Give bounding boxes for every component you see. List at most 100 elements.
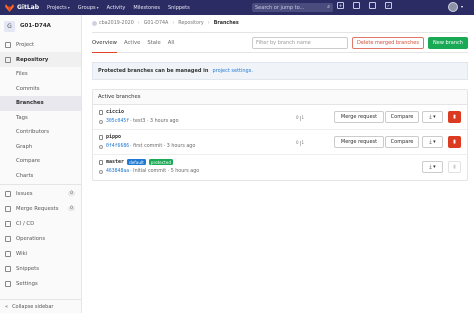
commit-sha[interactable]: 305c045f	[106, 119, 129, 124]
top-navbar: GitLab Projects ▾ Groups ▾ Activity Milest…	[0, 0, 474, 15]
breadcrumb-section[interactable]: Repository	[178, 21, 204, 26]
search-input[interactable]: Search or jump to... ⌕	[252, 3, 333, 12]
project-settings-link[interactable]: project settings.	[212, 68, 252, 74]
protected-badge: protected	[148, 159, 174, 165]
nav-snippets[interactable]: Snippets	[168, 5, 190, 11]
chevron-down-icon: ▾	[96, 5, 99, 10]
default-badge: default	[127, 159, 146, 165]
nav-milestones[interactable]: Milestones	[133, 5, 160, 11]
sidebar-sub-contributors[interactable]: Contributors	[0, 125, 81, 140]
sidebar-item-merge-requests[interactable]: Merge Requests 0	[0, 201, 81, 216]
collapse-sidebar-button[interactable]: « Collapse sidebar	[0, 299, 82, 313]
sidebar-item-settings[interactable]: Settings	[0, 276, 81, 291]
cloud-gear-icon	[5, 235, 11, 242]
download-dropdown[interactable]: ⤓ ▾	[422, 161, 443, 173]
tab-stale[interactable]: Stale	[147, 33, 160, 53]
project-avatar: G	[4, 20, 15, 32]
chevron-down-icon: ▾	[67, 5, 70, 10]
plus-icon[interactable]: +	[337, 2, 344, 9]
download-dropdown[interactable]: ⤓ ▾	[422, 136, 443, 148]
commit-sha[interactable]: 463848aa	[106, 169, 129, 174]
commit-time: 3 hours ago	[150, 119, 179, 124]
download-icon: ⤓	[429, 164, 432, 170]
download-dropdown[interactable]: ⤓ ▾	[422, 111, 443, 123]
home-icon	[5, 41, 11, 48]
tab-all[interactable]: All	[168, 33, 175, 53]
search-icon: ⌕	[327, 4, 330, 10]
project-name: G01-D74A	[20, 23, 51, 29]
delete-branch-button[interactable]: ▮	[448, 136, 461, 148]
sidebar-sub-charts[interactable]: Charts	[0, 169, 81, 184]
nav-projects[interactable]: Projects ▾	[47, 5, 70, 11]
chevron-down-icon: ▾	[433, 114, 436, 120]
branch-name[interactable]: master	[106, 159, 124, 165]
branch-name[interactable]: ciccio	[106, 109, 124, 115]
commit-icon	[99, 144, 103, 149]
commit-message[interactable]: Initial commit	[133, 169, 166, 174]
sidebar-item-repository[interactable]: Repository	[0, 52, 81, 67]
sidebar-sub-graph[interactable]: Graph	[0, 140, 81, 155]
chevron-down-icon[interactable]: ▾	[461, 4, 463, 9]
sidebar-item-wiki[interactable]: Wiki	[0, 246, 81, 261]
merge-request-button[interactable]: Merge request	[334, 136, 384, 148]
issues-count: 0	[68, 191, 75, 196]
merge-request-button[interactable]: Merge request	[334, 111, 384, 123]
rocket-icon	[5, 220, 11, 227]
tab-overview[interactable]: Overview	[92, 33, 117, 53]
project-header[interactable]: G G01-D74A	[0, 15, 81, 37]
download-icon: ⤓	[429, 139, 432, 145]
divergence-counts: 01	[296, 115, 305, 121]
divergence-counts: 01	[296, 140, 305, 146]
branch-row: ciccio 305c045f · test3 · 3 hours ago 01…	[93, 105, 467, 130]
breadcrumb-project[interactable]: G01-D74A	[144, 21, 169, 26]
sidebar-item-project[interactable]: Project	[0, 37, 81, 52]
gitlab-logo[interactable]: GitLab	[5, 3, 39, 12]
compare-button[interactable]: Compare	[385, 136, 419, 148]
nav-groups[interactable]: Groups ▾	[78, 5, 99, 11]
nav-activity[interactable]: Activity	[107, 5, 126, 11]
breadcrumb: cba2019-2020 › G01-D74A › Repository › B…	[92, 15, 468, 33]
sidebar-item-operations[interactable]: Operations	[0, 231, 81, 246]
commit-icon	[99, 119, 103, 124]
sidebar-sub-tags[interactable]: Tags	[0, 111, 81, 126]
protected-branches-info: Protected branches can be managed in pro…	[92, 62, 468, 80]
issues-icon	[5, 190, 11, 197]
sidebar-item-snippets[interactable]: Snippets	[0, 261, 81, 276]
book-icon	[5, 56, 11, 63]
double-chevron-left-icon: «	[5, 303, 9, 310]
delete-merged-branches-button[interactable]: Delete merged branches	[352, 37, 424, 49]
issues-icon[interactable]	[353, 2, 360, 9]
sidebar-sub-commits[interactable]: Commits	[0, 82, 81, 97]
sidebar-item-issues[interactable]: Issues 0	[0, 186, 81, 201]
snippet-icon	[5, 265, 11, 272]
sidebar-sub-files[interactable]: Files	[0, 67, 81, 82]
commit-sha[interactable]: 0f4f6686	[106, 144, 129, 149]
branch-icon	[99, 134, 103, 140]
group-avatar-icon	[92, 21, 97, 26]
delete-branch-button[interactable]: ▮	[448, 111, 461, 123]
new-branch-button[interactable]: New branch	[428, 37, 468, 49]
branch-row: master default protected 463848aa · Init…	[93, 155, 467, 180]
active-branches-panel: Active branches ciccio 305c045f · test3 …	[92, 89, 468, 181]
trash-icon: ▮	[453, 114, 456, 120]
trash-icon: ▮	[453, 139, 456, 145]
branch-name[interactable]: pippo	[106, 134, 121, 140]
commit-message[interactable]: test3	[133, 119, 145, 124]
todo-icon[interactable]: ✓	[385, 2, 392, 9]
merge-request-icon[interactable]	[369, 2, 376, 9]
gear-icon	[5, 280, 11, 287]
sidebar-sub-branches[interactable]: Branches	[0, 96, 81, 111]
breadcrumb-current[interactable]: Branches	[214, 21, 239, 26]
commit-message[interactable]: first commit	[133, 144, 162, 149]
tab-active[interactable]: Active	[124, 33, 140, 53]
commit-icon	[99, 169, 103, 174]
branch-icon	[99, 159, 103, 165]
breadcrumb-group[interactable]: cba2019-2020	[99, 21, 134, 26]
user-avatar[interactable]	[448, 2, 458, 12]
trash-icon: ▮	[453, 164, 456, 170]
compare-button[interactable]: Compare	[385, 111, 419, 123]
branch-filter-input[interactable]: Filter by branch name	[252, 37, 348, 49]
merge-request-icon	[5, 205, 11, 212]
sidebar-item-ci-cd[interactable]: CI / CD	[0, 216, 81, 231]
sidebar-sub-compare[interactable]: Compare	[0, 154, 81, 169]
